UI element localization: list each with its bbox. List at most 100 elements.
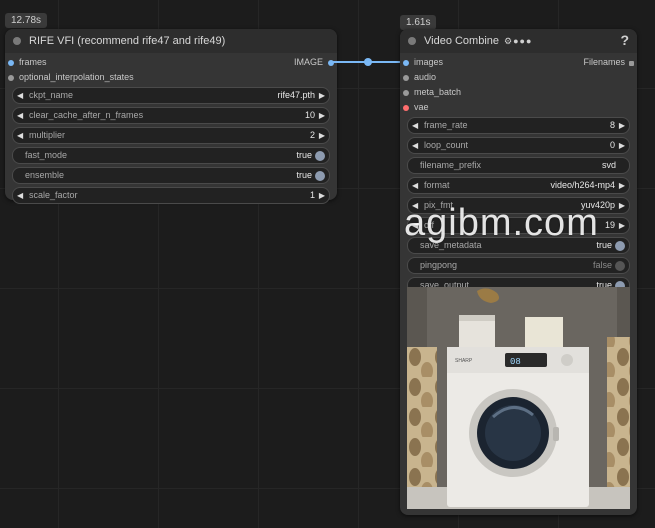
- video-exec-time-badge: 1.61s: [400, 15, 437, 30]
- toggle-on-icon[interactable]: [315, 151, 325, 161]
- decrement-arrow-icon[interactable]: ◀: [412, 178, 418, 193]
- decrement-arrow-icon[interactable]: ◀: [412, 218, 418, 233]
- input-slot-dot-icon[interactable]: [403, 60, 409, 66]
- input-slot-dot-icon[interactable]: [403, 75, 409, 81]
- help-icon[interactable]: ?: [620, 32, 629, 48]
- video-preview[interactable]: 08 SHARP: [407, 287, 630, 509]
- widget-label: multiplier: [29, 130, 66, 140]
- rife-input-interpolation-states[interactable]: optional_interpolation_states: [5, 70, 337, 85]
- rife-node-title: RIFE VFI (recommend rife47 and rife49): [29, 35, 226, 47]
- rife-vfi-node[interactable]: RIFE VFI (recommend rife47 and rife49) f…: [5, 29, 337, 204]
- input-label: frames: [19, 57, 47, 67]
- widget-value: svd: [601, 160, 616, 170]
- video-input-audio[interactable]: audio: [400, 70, 637, 85]
- rife-node-header[interactable]: RIFE VFI (recommend rife47 and rife49): [5, 29, 337, 53]
- widget-loop-count[interactable]: ◀ loop_count 0 ▶: [407, 137, 630, 154]
- input-slot-dot-icon[interactable]: [403, 90, 409, 96]
- increment-arrow-icon[interactable]: ▶: [619, 218, 625, 233]
- widget-save-metadata-toggle[interactable]: save_metadata true: [407, 237, 630, 254]
- widget-format[interactable]: ◀ format video/h264-mp4 ▶: [407, 177, 630, 194]
- widget-fast-mode-toggle[interactable]: fast_mode true: [12, 147, 330, 164]
- widget-value: true: [296, 170, 312, 180]
- widget-value: yuv420p: [580, 200, 615, 210]
- widget-label: pingpong: [420, 260, 458, 270]
- widget-ensemble-toggle[interactable]: ensemble true: [12, 167, 330, 184]
- widget-crf[interactable]: ◀ crf 19 ▶: [407, 217, 630, 234]
- input-label: optional_interpolation_states: [19, 72, 134, 82]
- toggle-on-icon[interactable]: [315, 171, 325, 181]
- widget-frame-rate[interactable]: ◀ frame_rate 8 ▶: [407, 117, 630, 134]
- widget-value: true: [296, 150, 312, 160]
- widget-ckpt-name[interactable]: ◀ ckpt_name rife47.pth ▶: [12, 87, 330, 104]
- widget-filename-prefix[interactable]: filename_prefix svd: [407, 157, 630, 174]
- input-label: vae: [414, 102, 429, 112]
- widget-label: pix_fmt: [424, 200, 454, 210]
- widget-value: 0: [609, 140, 615, 150]
- video-node-header[interactable]: Video Combine ⚙●●● ?: [400, 29, 637, 53]
- widget-clear-cache[interactable]: ◀ clear_cache_after_n_frames 10 ▶: [12, 107, 330, 124]
- widget-label: format: [424, 180, 450, 190]
- toggle-off-icon[interactable]: [615, 261, 625, 271]
- collapse-dot-icon[interactable]: [408, 37, 416, 45]
- increment-arrow-icon[interactable]: ▶: [619, 118, 625, 133]
- widget-value: 1: [309, 190, 315, 200]
- widget-value: video/h264-mp4: [550, 180, 615, 190]
- widget-value: false: [592, 260, 612, 270]
- increment-arrow-icon[interactable]: ▶: [319, 108, 325, 123]
- video-input-images[interactable]: images Filenames: [400, 55, 637, 70]
- widget-label: frame_rate: [424, 120, 468, 130]
- decrement-arrow-icon[interactable]: ◀: [412, 118, 418, 133]
- link-midpoint-icon[interactable]: [364, 58, 372, 66]
- input-slot-dot-icon[interactable]: [8, 60, 14, 66]
- widget-label: fast_mode: [25, 150, 68, 160]
- widget-label: ensemble: [25, 170, 65, 180]
- washing-machine-preview-image: 08 SHARP: [407, 287, 630, 509]
- widget-label: loop_count: [424, 140, 469, 150]
- washer-display-text: 08: [510, 357, 521, 367]
- decrement-arrow-icon[interactable]: ◀: [17, 88, 23, 103]
- decrement-arrow-icon[interactable]: ◀: [17, 188, 23, 203]
- decrement-arrow-icon[interactable]: ◀: [17, 128, 23, 143]
- widget-value: true: [596, 240, 612, 250]
- widget-label: ckpt_name: [29, 90, 74, 100]
- video-node-title: Video Combine: [424, 35, 500, 47]
- widget-pingpong-toggle[interactable]: pingpong false: [407, 257, 630, 274]
- widget-scale-factor[interactable]: ◀ scale_factor 1 ▶: [12, 187, 330, 204]
- toggle-on-icon[interactable]: [615, 241, 625, 251]
- increment-arrow-icon[interactable]: ▶: [319, 128, 325, 143]
- widget-value: 8: [609, 120, 615, 130]
- input-slot-dot-icon[interactable]: [8, 75, 14, 81]
- widget-value: 10: [304, 110, 315, 120]
- widget-label: filename_prefix: [420, 160, 482, 170]
- rife-input-frames[interactable]: frames IMAGE: [5, 55, 337, 70]
- widget-value: 2: [309, 130, 315, 140]
- widget-pix-fmt[interactable]: ◀ pix_fmt yuv420p ▶: [407, 197, 630, 214]
- output-label-filenames: Filenames: [583, 57, 625, 67]
- video-input-meta-batch[interactable]: meta_batch: [400, 85, 637, 100]
- decrement-arrow-icon[interactable]: ◀: [412, 198, 418, 213]
- washer-brand-text: SHARP: [455, 358, 473, 364]
- collapse-dot-icon[interactable]: [13, 37, 21, 45]
- widget-label: crf: [424, 220, 434, 230]
- input-slot-dot-icon[interactable]: [403, 105, 409, 111]
- output-slot-dot-icon[interactable]: [328, 60, 334, 66]
- decrement-arrow-icon[interactable]: ◀: [412, 138, 418, 153]
- input-label: audio: [414, 72, 437, 82]
- decrement-arrow-icon[interactable]: ◀: [17, 108, 23, 123]
- input-label: images: [414, 57, 444, 67]
- widget-label: clear_cache_after_n_frames: [29, 110, 144, 120]
- increment-arrow-icon[interactable]: ▶: [619, 198, 625, 213]
- increment-arrow-icon[interactable]: ▶: [619, 138, 625, 153]
- widget-label: save_metadata: [420, 240, 482, 250]
- widget-multiplier[interactable]: ◀ multiplier 2 ▶: [12, 127, 330, 144]
- widget-value: rife47.pth: [277, 90, 315, 100]
- output-label-image: IMAGE: [293, 57, 323, 67]
- video-combine-node[interactable]: Video Combine ⚙●●● ? images Filenames au…: [400, 29, 637, 515]
- video-input-vae[interactable]: vae: [400, 100, 637, 115]
- increment-arrow-icon[interactable]: ▶: [319, 88, 325, 103]
- widget-label: scale_factor: [29, 190, 78, 200]
- output-slot-dot-icon[interactable]: [629, 61, 634, 66]
- increment-arrow-icon[interactable]: ▶: [319, 188, 325, 203]
- increment-arrow-icon[interactable]: ▶: [619, 178, 625, 193]
- rife-exec-time-badge: 12.78s: [5, 13, 48, 28]
